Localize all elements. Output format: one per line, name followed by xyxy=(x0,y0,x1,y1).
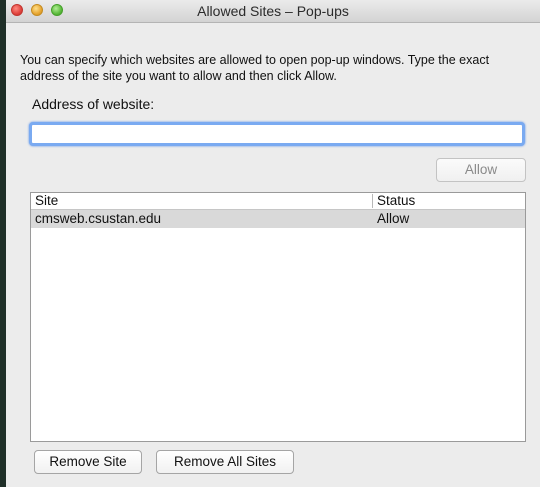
remove-all-sites-button[interactable]: Remove All Sites xyxy=(156,450,294,474)
address-field[interactable] xyxy=(29,122,525,146)
table-row[interactable]: cmsweb.csustan.edu Allow xyxy=(31,210,525,228)
column-divider xyxy=(372,194,373,208)
remove-site-button[interactable]: Remove Site xyxy=(34,450,142,474)
address-input[interactable] xyxy=(32,125,522,143)
window-title: Allowed Sites – Pop-ups xyxy=(197,3,349,19)
address-label: Address of website: xyxy=(32,96,155,112)
title-bar[interactable]: Allowed Sites – Pop-ups xyxy=(6,0,540,23)
row-status: Allow xyxy=(377,211,410,226)
column-header-site[interactable]: Site xyxy=(35,193,58,209)
row-site: cmsweb.csustan.edu xyxy=(35,211,162,226)
allowed-sites-window: Allowed Sites – Pop-ups You can specify … xyxy=(0,0,540,487)
instructions-text: You can specify which websites are allow… xyxy=(20,53,490,83)
sites-table[interactable]: Site Status cmsweb.csustan.edu Allow xyxy=(30,192,526,442)
table-header: Site Status xyxy=(31,193,525,210)
column-header-status[interactable]: Status xyxy=(377,193,415,209)
allow-button[interactable]: Allow xyxy=(436,158,526,182)
